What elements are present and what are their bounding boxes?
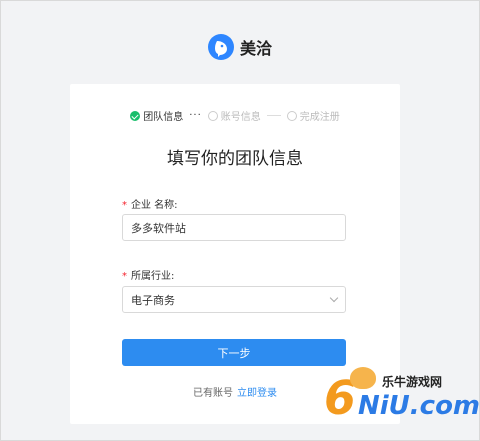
step-label: 团队信息 [143,112,184,123]
industry-select[interactable]: 电子商务 [122,286,346,313]
brand-header: 美洽 [0,34,480,60]
industry-value: 电子商务 [131,293,175,307]
required-mark: * [122,271,127,282]
company-name-input[interactable]: 多多软件站 [122,214,346,241]
empty-circle-icon [207,110,218,121]
required-mark: * [122,200,127,211]
bird-icon [207,34,234,60]
company-name-label-text: 企业 名称: [131,200,178,211]
watermark-bottom-text: NiU.com [358,391,480,421]
step-account-info: 账号信息 [207,108,261,123]
step-separator: ··· [189,110,202,121]
next-button[interactable]: 下一步 [122,339,346,366]
has-account-text: 已有账号 [193,388,233,399]
form-title: 填写你的团队信息 [167,149,303,169]
industry-label: * 所属行业: [122,267,174,282]
step-indicator: 团队信息 ··· 账号信息 完成注册 [70,108,400,123]
company-name-value: 多多软件站 [131,221,186,235]
check-circle-icon [130,110,141,121]
watermark: 6 乐牛游戏网 NiU.com [324,367,480,427]
brand-name: 美洽 [239,39,272,58]
step-label: 完成注册 [299,112,340,123]
company-name-label: * 企业 名称: [122,196,178,211]
industry-label-text: 所属行业: [131,271,175,282]
login-link[interactable]: 立即登录 [237,388,277,399]
step-label: 账号信息 [220,112,261,123]
empty-circle-icon [286,110,297,121]
step-team-info: 团队信息 [130,108,183,123]
cow-icon [350,367,376,389]
step-divider [266,115,281,116]
watermark-top-text: 乐牛游戏网 [382,375,443,389]
step-complete: 完成注册 [286,108,340,123]
chevron-down-icon [329,293,339,303]
